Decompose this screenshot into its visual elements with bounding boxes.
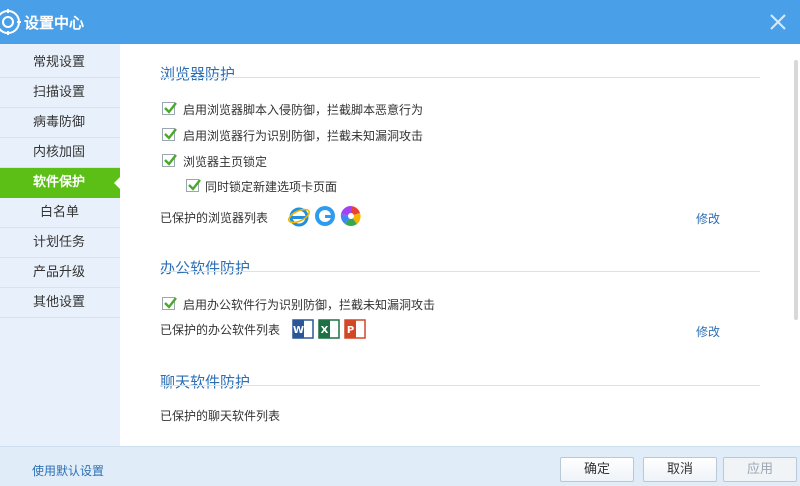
- sidebar-item-scheduled-tasks[interactable]: 计划任务: [0, 228, 120, 258]
- sidebar-item-product-upgrade[interactable]: 产品升级: [0, 258, 120, 288]
- sidebar-item-software-protection[interactable]: 软件保护: [0, 168, 120, 198]
- office-behavior-defense-label: 启用办公软件行为识别防御，拦截未知漏洞攻击: [183, 298, 436, 312]
- browser-section-title: 浏览器防护: [160, 65, 236, 83]
- cancel-button[interactable]: 取消: [643, 457, 717, 482]
- section-divider: [160, 271, 760, 272]
- sidebar-item-whitelist[interactable]: 白名单: [0, 198, 120, 228]
- sidebar-item-general[interactable]: 常规设置: [0, 48, 120, 78]
- excel-icon: X: [318, 319, 340, 339]
- protected-chat-label: 已保护的聊天软件列表: [160, 409, 281, 423]
- ok-button[interactable]: 确定: [560, 457, 634, 482]
- window-title: 设置中心: [24, 14, 85, 32]
- svg-text:W: W: [293, 325, 304, 336]
- browser-behavior-defense-checkbox[interactable]: [162, 128, 177, 141]
- protected-browsers-label: 已保护的浏览器列表: [160, 211, 269, 225]
- chat-section-title: 聊天软件防护: [160, 373, 251, 391]
- title-bar: 设置中心: [0, 0, 800, 44]
- sidebar-nav: 常规设置 扫描设置 病毒防御 内核加固 软件保护 白名单 计划任务 产品升级 其…: [0, 44, 120, 446]
- sidebar-item-kernel-hardening[interactable]: 内核加固: [0, 138, 120, 168]
- section-divider: [160, 385, 760, 386]
- browser-behavior-defense-label: 启用浏览器行为识别防御，拦截未知漏洞攻击: [183, 129, 424, 143]
- sidebar-item-virus-defense[interactable]: 病毒防御: [0, 108, 120, 138]
- section-divider: [160, 77, 760, 78]
- new-tab-lock-label: 同时锁定新建选项卡页面: [205, 180, 338, 194]
- powerpoint-icon: P: [344, 319, 366, 339]
- settings-content: 浏览器防护 启用浏览器脚本入侵防御，拦截脚本恶意行为 启用浏览器行为识别防御，拦…: [120, 44, 800, 446]
- office-section-title: 办公软件防护: [160, 259, 251, 277]
- ie-browser-icon: [288, 207, 310, 227]
- modify-browsers-link[interactable]: 修改: [696, 210, 720, 227]
- settings-gear-icon: [0, 9, 21, 35]
- sidebar-item-other[interactable]: 其他设置: [0, 288, 120, 318]
- content-scrollbar[interactable]: [794, 60, 798, 320]
- homepage-lock-label: 浏览器主页锁定: [183, 155, 268, 169]
- word-icon: W: [292, 319, 314, 339]
- 360-browser-icon: [340, 205, 361, 226]
- close-icon[interactable]: [766, 10, 790, 34]
- office-behavior-defense-checkbox[interactable]: [162, 297, 177, 310]
- sidebar-item-scan[interactable]: 扫描设置: [0, 78, 120, 108]
- svg-text:X: X: [321, 325, 329, 336]
- new-tab-lock-checkbox[interactable]: [186, 179, 201, 192]
- protected-office-label: 已保护的办公软件列表: [160, 323, 281, 337]
- homepage-lock-checkbox[interactable]: [162, 154, 177, 167]
- use-default-settings-link[interactable]: 使用默认设置: [32, 462, 104, 479]
- browser-script-defense-checkbox[interactable]: [162, 102, 177, 115]
- footer-bar: 使用默认设置 确定 取消 应用: [0, 446, 800, 486]
- modify-office-link[interactable]: 修改: [696, 323, 720, 340]
- svg-text:P: P: [347, 325, 354, 336]
- browser-script-defense-label: 启用浏览器脚本入侵防御，拦截脚本恶意行为: [183, 103, 424, 117]
- edge-browser-icon: [315, 206, 335, 226]
- apply-button[interactable]: 应用: [723, 457, 797, 482]
